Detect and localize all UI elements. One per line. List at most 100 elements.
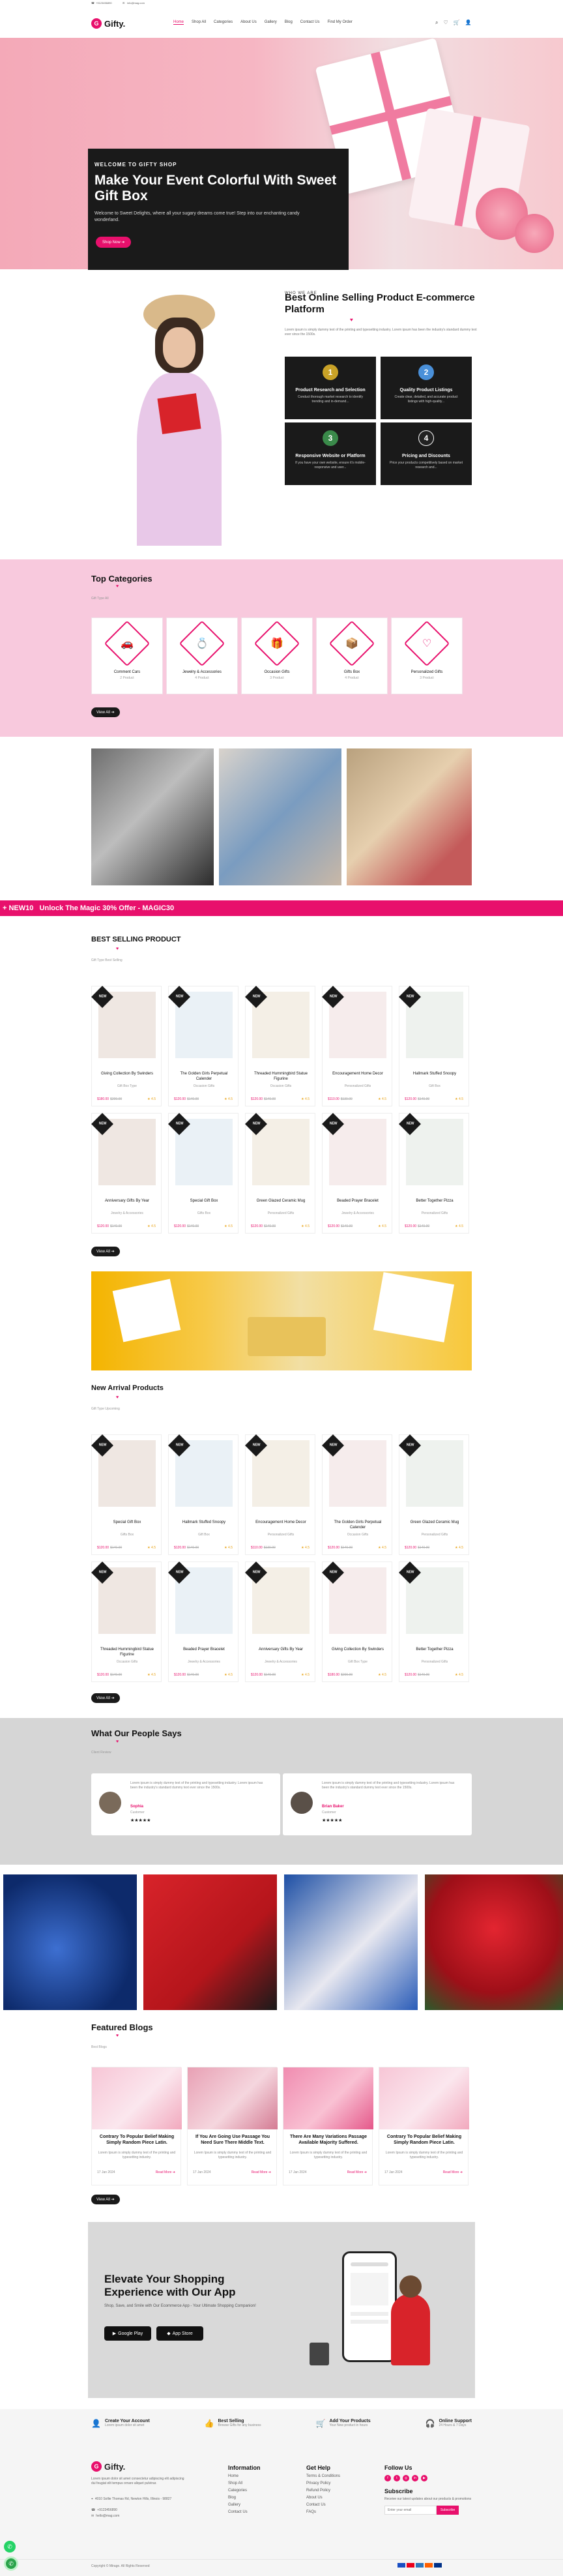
- arrival-view-all-button[interactable]: View All ➔: [91, 1693, 120, 1703]
- product-card[interactable]: NEW Beaded Prayer Bracelet Jewelry & Acces…: [168, 1562, 238, 1682]
- subscribe-email-input[interactable]: [384, 2506, 437, 2515]
- footer-link[interactable]: Shop All: [228, 2481, 261, 2485]
- nav-home[interactable]: Home: [173, 20, 184, 25]
- footer-link[interactable]: Refund Policy: [306, 2489, 340, 2493]
- product-card[interactable]: NEW Better Together Pizza Personalized Gif…: [399, 1113, 469, 1234]
- gallery-image-desk[interactable]: [91, 748, 214, 885]
- product-card[interactable]: NEW Green Glazed Ceramic Mug Personalized …: [399, 1434, 469, 1555]
- nav-blog[interactable]: Blog: [285, 20, 293, 25]
- feature-item: 👤 Create Your Account Lorem ipsum dolor s…: [91, 2419, 150, 2438]
- nav-categories[interactable]: Categories: [214, 20, 233, 25]
- why-card-text: Price your products competitively based …: [390, 461, 463, 469]
- topbar-phone[interactable]: +9123456890: [96, 1, 112, 5]
- subscribe-button[interactable]: Subscribe: [437, 2506, 459, 2515]
- blog-read-more-link[interactable]: Read More ➔: [156, 2170, 175, 2174]
- footer-logo[interactable]: G Gifty.: [91, 2461, 125, 2472]
- category-card[interactable]: 🎁 Occasion Gifts 3 Product: [241, 617, 313, 694]
- search-icon[interactable]: ⌕: [435, 20, 438, 26]
- product-card[interactable]: NEW Hallmark Stuffed Snoopy Gift Box $120.0…: [399, 986, 469, 1106]
- gallery-image-couple[interactable]: [347, 748, 472, 885]
- product-category: Jewelry & Accessories: [265, 1660, 297, 1664]
- blog-card[interactable]: Contrary To Popular Belief Making Simply…: [91, 2067, 182, 2185]
- product-name: The Golden Girls Perpetual Calender: [180, 1072, 228, 1081]
- gallery-image-gift-exchange[interactable]: [219, 748, 341, 885]
- product-card[interactable]: NEW Green Glazed Ceramic Mug Personalized …: [245, 1113, 315, 1234]
- footer-link[interactable]: Home: [228, 2474, 261, 2478]
- product-card[interactable]: NEW Anniversary Gifts By Year Jewelry & Ac…: [245, 1562, 315, 1682]
- footer-link[interactable]: Terms & Conditions: [306, 2474, 340, 2478]
- footer-phone[interactable]: ☎ +9123456890: [91, 2508, 117, 2512]
- app-text: Shop, Save, and Smile with Our Ecommerce…: [104, 2304, 256, 2308]
- product-card[interactable]: NEW The Golden Girls Perpetual Calender Oc…: [168, 986, 238, 1106]
- instagram-icon[interactable]: ◎: [403, 2475, 409, 2481]
- footer-link[interactable]: Gallery: [228, 2503, 261, 2507]
- footer-link[interactable]: Privacy Policy: [306, 2481, 340, 2485]
- product-category: Occasion Gifts: [270, 1084, 292, 1088]
- blog-card[interactable]: Contrary To Popular Belief Making Simply…: [379, 2067, 469, 2185]
- footer-link[interactable]: FAQs: [306, 2510, 340, 2514]
- category-card[interactable]: 🚗 Comment Cars 2 Product: [91, 617, 163, 694]
- category-name: Jewelry & Accessories: [182, 670, 222, 674]
- site-logo[interactable]: G Gifty.: [91, 18, 125, 29]
- red-roses-gift-image: [425, 1874, 563, 2010]
- blog-image: [188, 2067, 278, 2129]
- twitter-icon[interactable]: t: [394, 2475, 400, 2481]
- footer-link[interactable]: Contact Us: [228, 2510, 261, 2514]
- product-card[interactable]: NEW Encouragement Home Decor Personalized …: [245, 1434, 315, 1555]
- nav-find-order[interactable]: Find My Order: [327, 20, 352, 25]
- discover-icon: [425, 2563, 433, 2568]
- rating-stars: ★ 4.5: [455, 1673, 463, 1677]
- product-card[interactable]: NEW Threaded Hummingbird Statue Figurine O…: [91, 1562, 162, 1682]
- blogs-view-all-button[interactable]: View All ➔: [91, 2195, 120, 2204]
- product-name: Green Glazed Ceramic Mug: [410, 1520, 459, 1524]
- blog-read-more-link[interactable]: Read More ➔: [252, 2170, 271, 2174]
- rating-stars: ★ 4.5: [455, 1097, 463, 1101]
- footer-link[interactable]: About Us: [306, 2496, 340, 2500]
- footer-link[interactable]: Contact Us: [306, 2503, 340, 2507]
- product-card[interactable]: NEW Anniversary Gifts By Year Jewelry & Ac…: [91, 1113, 162, 1234]
- google-play-button[interactable]: ▶ Google Play: [104, 2326, 151, 2341]
- footer-email[interactable]: ✉ hello@mag.com: [91, 2514, 119, 2518]
- footer-link[interactable]: Categories: [228, 2489, 261, 2493]
- product-card[interactable]: NEW Beaded Prayer Bracelet Jewelry & Acces…: [322, 1113, 392, 1234]
- blog-card[interactable]: If You Are Going Use Passage You Need Su…: [187, 2067, 278, 2185]
- app-store-button[interactable]: ◆ App Store: [156, 2326, 203, 2341]
- nav-shop-all[interactable]: Shop All: [192, 20, 206, 25]
- product-card[interactable]: NEW Better Together Pizza Personalized Gif…: [399, 1562, 469, 1682]
- product-category: Gift Box Type: [117, 1084, 137, 1088]
- linkedin-icon[interactable]: in: [412, 2475, 418, 2481]
- cart-icon[interactable]: 🛒: [454, 20, 460, 26]
- hero-shop-now-button[interactable]: Shop Now ➔: [96, 237, 132, 248]
- category-card[interactable]: ♡ Personalized Gifts 3 Product: [391, 617, 463, 694]
- youtube-icon[interactable]: ▶: [421, 2475, 427, 2481]
- footer-follow-title: Follow Us: [384, 2465, 412, 2471]
- product-card[interactable]: NEW The Golden Girls Perpetual Calender Oc…: [322, 1434, 392, 1555]
- nav-about[interactable]: About Us: [240, 20, 257, 25]
- blog-read-more-link[interactable]: Read More ➔: [443, 2170, 463, 2174]
- categories-view-all-button[interactable]: View All ➔: [91, 707, 120, 717]
- product-card[interactable]: NEW Giving Collection By Swinders Gift Box…: [322, 1562, 392, 1682]
- chat-support-icon[interactable]: ✆: [4, 2556, 18, 2571]
- logo-mark: G: [91, 18, 102, 29]
- user-icon[interactable]: 👤: [465, 20, 472, 26]
- category-card[interactable]: 📦 Gifts Box 4 Product: [316, 617, 388, 694]
- heart-icon[interactable]: ♡: [443, 20, 448, 26]
- topbar-email[interactable]: info@mag.com: [127, 1, 145, 5]
- product-card[interactable]: NEW Special Gift Box Gifts Box $120.00 $140.…: [91, 1434, 162, 1555]
- product-card[interactable]: NEW Threaded Hummingbird Statue Figurine O…: [245, 986, 315, 1106]
- category-card[interactable]: 💍 Jewelry & Accessories 4 Product: [166, 617, 238, 694]
- nav-contact[interactable]: Contact Us: [300, 20, 320, 25]
- best-view-all-button[interactable]: View All ➔: [91, 1247, 120, 1256]
- product-card[interactable]: NEW Special Gift Box Gifts Box $120.00 $140.…: [168, 1113, 238, 1234]
- whatsapp-icon[interactable]: ✆: [4, 2541, 16, 2553]
- product-card[interactable]: NEW Encouragement Home Decor Personalized …: [322, 986, 392, 1106]
- product-price: $110.00 $130.00: [251, 1546, 276, 1550]
- blog-card[interactable]: There Are Many Variations Passage Availa…: [283, 2067, 373, 2185]
- nav-gallery[interactable]: Gallery: [265, 20, 277, 25]
- facebook-icon[interactable]: f: [384, 2475, 391, 2481]
- footer-link[interactable]: Blog: [228, 2496, 261, 2500]
- product-price: $120.00 $140.00: [174, 1097, 199, 1101]
- product-card[interactable]: NEW Hallmark Stuffed Snoopy Gift Box $120.0…: [168, 1434, 238, 1555]
- blog-read-more-link[interactable]: Read More ➔: [347, 2170, 367, 2174]
- product-card[interactable]: NEW Giving Collection By Swinders Gift Box…: [91, 986, 162, 1106]
